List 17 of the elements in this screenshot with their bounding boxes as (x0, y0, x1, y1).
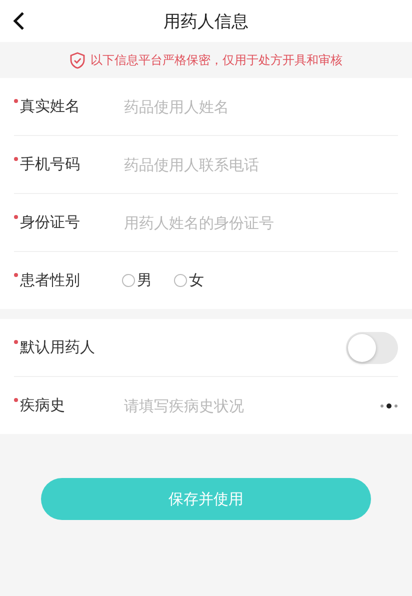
toggle-switch[interactable] (346, 332, 398, 364)
field-label: 身份证号 (20, 213, 80, 232)
gender-radio[interactable]: 女 (174, 271, 204, 290)
input-field[interactable]: 药品使用人姓名 (122, 96, 398, 116)
field-label: 真实姓名 (20, 97, 80, 116)
privacy-notice: 以下信息平台严格保密，仅用于处方开具和审核 (90, 52, 342, 68)
field-label: 手机号码 (20, 155, 80, 174)
page-title: 用药人信息 (164, 10, 248, 32)
field-label: 患者性别 (20, 271, 80, 290)
input-field[interactable]: 请填写疾病史状况 (122, 396, 380, 416)
input-field[interactable]: 药品使用人联系电话 (122, 154, 398, 174)
gender-radio[interactable]: 男 (122, 271, 152, 290)
input-field[interactable]: 用药人姓名的身份证号 (122, 212, 398, 232)
field-label: 疾病史 (20, 396, 65, 415)
more-icon[interactable] (380, 402, 398, 408)
shield-icon (70, 52, 84, 68)
field-label: 默认用药人 (20, 338, 95, 357)
